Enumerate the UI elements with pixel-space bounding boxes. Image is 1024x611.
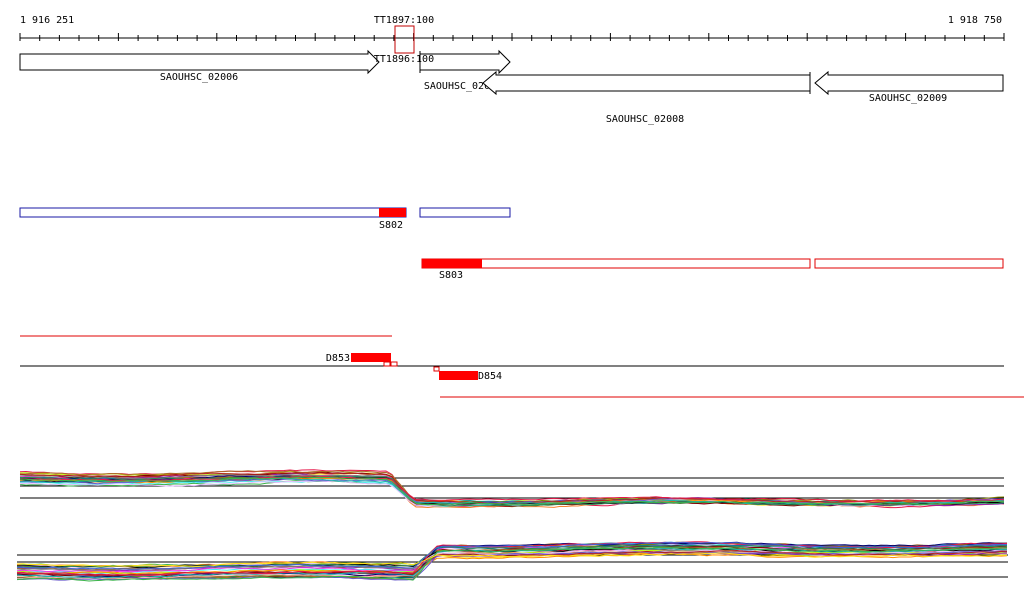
downshift-marker [433, 366, 440, 372]
gene-arrow[interactable] [19, 49, 380, 75]
downshift-highlight[interactable] [351, 353, 391, 362]
gene-label: SAOUHSC_02009 [869, 93, 947, 104]
expression-profiles [16, 541, 1008, 582]
downshift-track: D853 D854 [20, 335, 1024, 398]
segment-highlight [422, 259, 482, 268]
start-coordinate-label: 1 916 251 [20, 15, 74, 26]
segment-forward-bar[interactable] [19, 207, 407, 218]
segment-label: S803 [439, 270, 463, 281]
gene-arrow[interactable] [482, 70, 811, 96]
expression-profile-line [19, 470, 1005, 506]
segment-label: S802 [379, 220, 403, 231]
segment-track: S802 S803 [19, 207, 1004, 281]
expression-profiles [19, 469, 1005, 509]
gene-label: SAOUHSC_02008 [606, 114, 684, 125]
segment-highlight [379, 208, 406, 217]
terminator-label: TT1896:100 [374, 54, 434, 65]
coordinate-ruler: 1 916 251 1 918 750 [19, 15, 1005, 41]
gene-track: SAOUHSC_02006 TT1896:100 SAOUHSC_02007 S… [19, 49, 1004, 125]
expression-track-reverse [16, 541, 1008, 582]
downshift-highlight[interactable] [439, 371, 478, 380]
downshift-marker [390, 361, 398, 367]
ruler-ticks [19, 33, 1005, 41]
gene-arrow[interactable] [814, 70, 1004, 96]
genome-browser-view: 1 916 251 1 918 750 TT1897:100 SAOUHSC_0… [16, 15, 1024, 582]
expression-track-forward [19, 469, 1005, 509]
downshift-marker [383, 361, 391, 367]
terminator-label: TT1897:100 [374, 15, 434, 26]
segment-reverse-bar[interactable] [814, 258, 1004, 269]
terminator-box[interactable] [394, 25, 415, 54]
segment-forward-bar[interactable] [419, 207, 511, 218]
terminator-tt1897[interactable]: TT1897:100 [374, 15, 434, 54]
end-coordinate-label: 1 918 750 [948, 15, 1002, 26]
downshift-label: D854 [478, 371, 502, 382]
gene-label: SAOUHSC_02006 [160, 72, 238, 83]
downshift-label: D853 [326, 353, 350, 364]
